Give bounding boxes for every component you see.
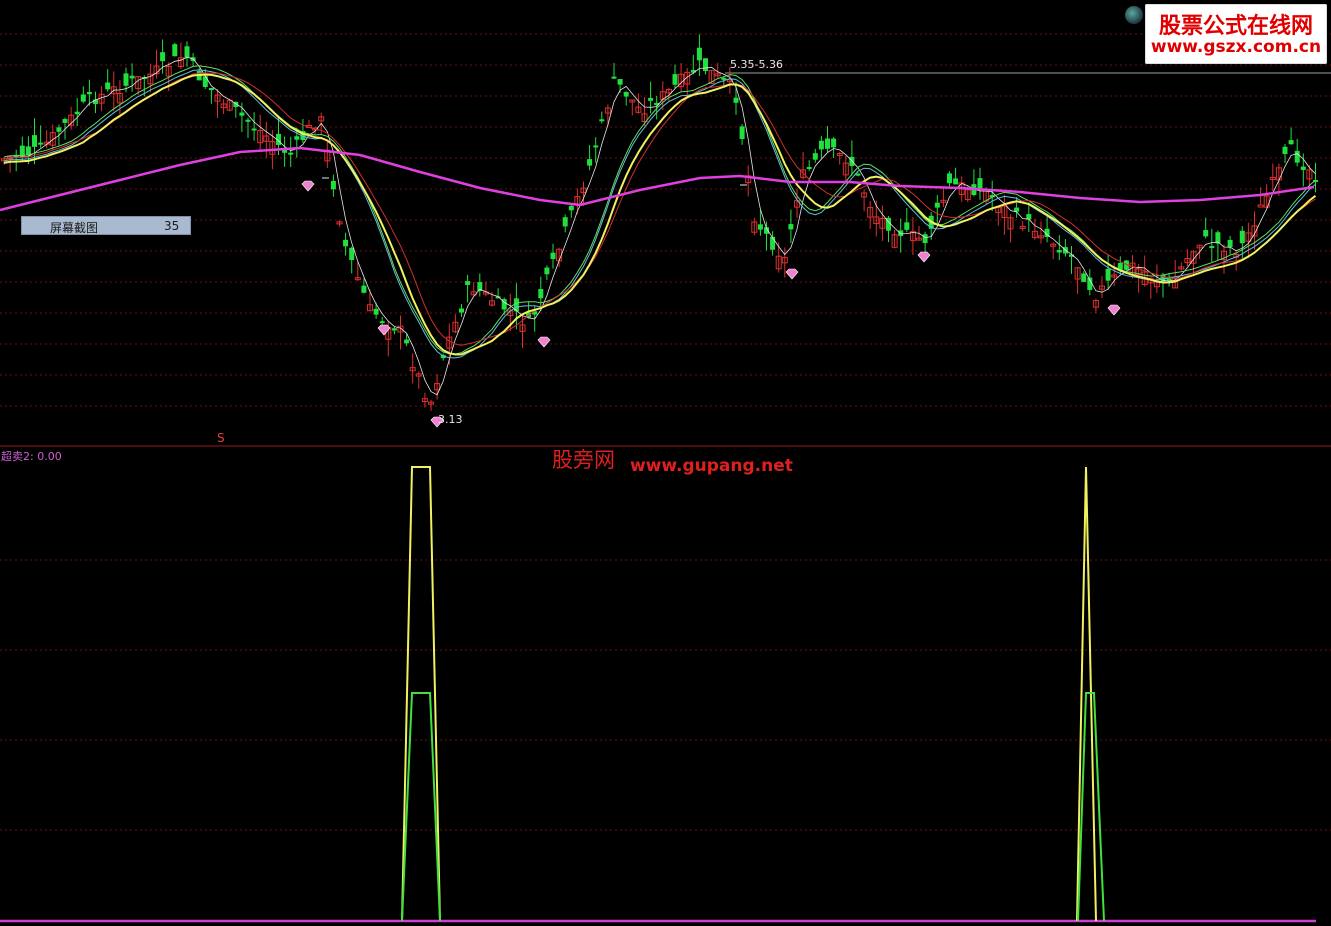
candle-body	[343, 239, 349, 247]
screenshot-button[interactable]: 屏幕截图 35	[21, 216, 191, 235]
candle-body	[349, 247, 355, 261]
indicator-label: 超卖2: 0.00	[1, 450, 62, 463]
candle-body	[282, 149, 288, 153]
globe-logo-icon	[1125, 6, 1143, 24]
candle-body	[599, 119, 605, 122]
candle-body	[898, 230, 904, 237]
candle-body	[696, 47, 702, 61]
candle-body	[330, 180, 336, 190]
candle-body	[934, 202, 940, 208]
candle-body	[617, 79, 623, 85]
candle-body	[562, 217, 568, 227]
candle-body	[703, 58, 708, 72]
candle-body	[1227, 239, 1233, 247]
candle-body	[788, 224, 794, 230]
candle-body	[1288, 140, 1294, 145]
candle-body	[294, 136, 300, 140]
candle-body	[587, 159, 593, 166]
candle-body	[80, 94, 86, 102]
candle-body	[288, 152, 294, 155]
diamond-icon	[917, 251, 931, 263]
screenshot-button-label: 屏幕截图	[50, 221, 99, 235]
candle-body	[32, 135, 37, 147]
candle-body	[922, 234, 928, 244]
candle-body	[123, 73, 129, 86]
candle-body	[129, 75, 135, 79]
candle-body	[208, 87, 214, 91]
signal-s-mark: S	[217, 431, 225, 445]
candle-body	[86, 91, 92, 95]
candle-body	[818, 140, 824, 150]
candle-body	[1209, 246, 1215, 249]
watermark-brand: 股旁网	[552, 448, 615, 472]
candle-body	[770, 236, 776, 250]
candle-body	[1294, 150, 1300, 163]
candle-body	[593, 145, 599, 148]
candle-body	[1239, 230, 1245, 244]
candle-body	[1081, 273, 1087, 282]
candle-body	[1105, 268, 1111, 281]
candle-body	[251, 128, 257, 131]
candle-body	[623, 91, 629, 97]
candle-body	[391, 328, 397, 331]
candle-body	[825, 138, 830, 149]
candle-body	[361, 285, 367, 293]
candle-body	[977, 178, 983, 189]
screenshot-button-value: 35	[164, 219, 180, 233]
candle-body	[544, 267, 550, 275]
candle-body	[38, 142, 44, 145]
ma-line-slow	[0, 146, 1315, 212]
candle-body	[831, 138, 837, 148]
diamond-icon	[1107, 304, 1121, 316]
watermark-gszx: 股票公式在线网 www.gszx.com.cn	[1125, 4, 1327, 64]
candle-body	[1257, 204, 1264, 208]
candle-body	[245, 119, 251, 122]
candle-body	[379, 321, 385, 324]
candle-body	[1056, 249, 1062, 253]
candle-body	[105, 82, 111, 90]
candle-body	[459, 308, 464, 313]
candle-body	[672, 74, 678, 85]
candle-body	[239, 112, 245, 116]
candle-body	[648, 97, 654, 101]
candle-body	[172, 44, 178, 57]
low-price-label: 3.13	[438, 413, 463, 426]
candle-body	[74, 111, 80, 115]
diamond-icon	[537, 336, 551, 348]
diamond-icon	[785, 268, 799, 280]
diamond-icon	[301, 180, 315, 192]
candle-body	[56, 127, 62, 132]
candle-body	[184, 46, 190, 58]
watermark-brand-url: www.gupang.net	[630, 456, 793, 476]
ma-line-red	[3, 72, 1316, 346]
candle-body	[1282, 146, 1288, 154]
candle-body	[202, 76, 208, 87]
watermark-title: 股票公式在线网	[1158, 14, 1313, 39]
candle-body	[373, 308, 379, 315]
candle-body	[568, 205, 574, 211]
candle-body	[739, 126, 745, 140]
candle-body	[806, 166, 812, 169]
ma-line-cyan	[3, 69, 1316, 359]
candle-body	[550, 252, 556, 259]
watermark-url: www.gszx.com.cn	[1150, 37, 1322, 57]
candle-body	[538, 288, 544, 299]
candle-body	[1014, 207, 1020, 212]
candle-body	[160, 52, 166, 62]
candle-body	[465, 281, 471, 285]
indicator-spike-green	[401, 692, 441, 922]
candle-body	[404, 339, 410, 344]
candle-body	[947, 173, 952, 184]
candle-body	[1300, 166, 1306, 171]
candle-body	[812, 153, 818, 160]
high-price-label: 5.35-5.36	[730, 58, 783, 71]
candle-body	[733, 97, 739, 103]
candle-body	[1203, 230, 1209, 237]
candle-body	[757, 224, 763, 230]
candle-body	[611, 76, 617, 79]
candle-body	[953, 178, 959, 185]
candle-body	[62, 119, 68, 123]
candle-body	[904, 222, 910, 230]
